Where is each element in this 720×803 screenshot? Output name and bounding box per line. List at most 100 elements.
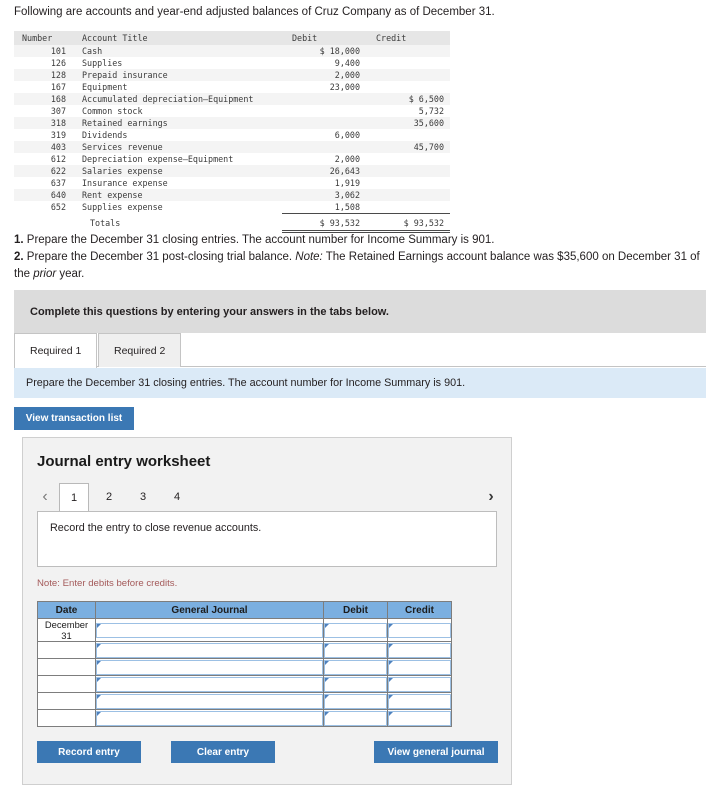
cell-number: 403 [50, 142, 66, 152]
journal-column-header-date: Date [37, 601, 96, 619]
requirement-prompt-bar: Prepare the December 31 closing entries.… [14, 368, 706, 398]
journal-date-cell[interactable] [37, 641, 96, 659]
adjusted-trial-balance-table: Number Account Title Debit Credit 101 Cas… [14, 31, 450, 233]
journal-account-input[interactable] [96, 676, 323, 692]
journal-account-input[interactable] [96, 710, 323, 726]
cell-credit [366, 45, 450, 57]
cell-number: 622 [50, 166, 66, 176]
journal-entry-table: Date General Journal Debit Credit Decemb… [37, 601, 452, 727]
journal-credit-input[interactable] [388, 693, 451, 709]
cell-debit [282, 105, 366, 117]
journal-account-input[interactable] [96, 693, 323, 709]
cell-number: 318 [50, 118, 66, 128]
journal-row: December 31 [37, 618, 452, 642]
clear-entry-button[interactable]: Clear entry [171, 741, 275, 763]
worksheet-page-4[interactable]: 4 [162, 483, 192, 511]
journal-debit-cell[interactable] [323, 618, 388, 642]
journal-account-cell[interactable] [95, 692, 324, 710]
journal-account-input[interactable] [96, 659, 323, 675]
journal-debit-input[interactable] [324, 693, 387, 709]
journal-credit-cell[interactable] [387, 641, 452, 659]
journal-row [37, 658, 452, 676]
view-general-journal-button[interactable]: View general journal [374, 741, 498, 763]
cell-totals-credit: $ 93,532 [366, 213, 450, 233]
journal-debit-input[interactable] [324, 622, 387, 638]
worksheet-page-1[interactable]: 1 [59, 483, 89, 512]
worksheet-page-2[interactable]: 2 [94, 483, 124, 511]
journal-credit-input[interactable] [388, 676, 451, 692]
cell-number: 612 [50, 154, 66, 164]
journal-debit-input[interactable] [324, 676, 387, 692]
journal-debit-input[interactable] [324, 659, 387, 675]
cell-debit: 2,000 [334, 70, 360, 80]
journal-date-cell[interactable]: December 31 [37, 618, 96, 642]
requirement-2-text-c: year. [56, 268, 85, 280]
journal-account-cell[interactable] [95, 709, 324, 727]
cell-credit: 45,700 [413, 142, 444, 152]
cell-number: 640 [50, 190, 66, 200]
journal-debit-cell[interactable] [323, 709, 388, 727]
cell-number: 128 [50, 70, 66, 80]
chevron-left-icon[interactable]: ‹ [35, 486, 55, 508]
requirement-prompt-text: Prepare the December 31 closing entries.… [26, 377, 466, 389]
instruction-banner-text: Complete this questions by entering your… [30, 305, 389, 318]
table-row: 319 Dividends 6,000 [14, 129, 450, 141]
journal-account-input[interactable] [96, 622, 323, 638]
journal-credit-input[interactable] [388, 622, 451, 638]
table-row-totals: Totals $ 93,532 $ 93,532 [14, 213, 450, 233]
journal-date-cell[interactable] [37, 709, 96, 727]
journal-credit-cell[interactable] [387, 709, 452, 727]
journal-debit-cell[interactable] [323, 641, 388, 659]
cell-credit: $ 6,500 [408, 94, 444, 104]
column-header-debit: Debit [282, 31, 366, 45]
journal-credit-input[interactable] [388, 659, 451, 675]
journal-credit-cell[interactable] [387, 618, 452, 642]
cell-debit: 3,062 [334, 190, 360, 200]
cell-credit [366, 201, 450, 214]
table-row: 168 Accumulated depreciation—Equipment $ 6… [14, 93, 450, 105]
cell-number: 319 [50, 130, 66, 140]
cell-title: Rent expense [82, 190, 143, 200]
journal-credit-cell[interactable] [387, 658, 452, 676]
cell-debit: 9,400 [334, 58, 360, 68]
journal-account-input[interactable] [96, 642, 323, 658]
journal-date-day: 31 [61, 630, 72, 641]
journal-credit-cell[interactable] [387, 675, 452, 693]
journal-credit-input[interactable] [388, 642, 451, 658]
journal-account-cell[interactable] [95, 618, 324, 642]
table-row: 612 Depreciation expense—Equipment 2,000 [14, 153, 450, 165]
cell-title: Depreciation expense—Equipment [82, 154, 234, 164]
journal-date-cell[interactable] [37, 675, 96, 693]
worksheet-page-3[interactable]: 3 [128, 483, 158, 511]
cell-credit: 35,600 [413, 118, 444, 128]
journal-debit-cell[interactable] [323, 658, 388, 676]
tab-required-1[interactable]: Required 1 [14, 333, 98, 368]
cell-number: 168 [50, 94, 66, 104]
page-root: Following are accounts and year-end adju… [0, 0, 720, 803]
journal-account-cell[interactable] [95, 641, 324, 659]
journal-account-cell[interactable] [95, 675, 324, 693]
journal-debit-input[interactable] [324, 710, 387, 726]
tab-required-1-label: Required 1 [30, 345, 82, 357]
journal-account-cell[interactable] [95, 658, 324, 676]
cell-number: 652 [50, 202, 66, 212]
cell-credit: 5,732 [418, 106, 444, 116]
journal-debit-cell[interactable] [323, 692, 388, 710]
cell-debit: 2,000 [334, 154, 360, 164]
tab-required-2[interactable]: Required 2 [98, 333, 182, 367]
view-transaction-list-button[interactable]: View transaction list [14, 407, 134, 430]
journal-credit-cell[interactable] [387, 692, 452, 710]
journal-date-cell[interactable] [37, 692, 96, 710]
journal-credit-input[interactable] [388, 710, 451, 726]
table-row: 318 Retained earnings 35,600 [14, 117, 450, 129]
cell-number: 637 [50, 178, 66, 188]
chevron-right-icon[interactable]: › [481, 486, 501, 508]
cell-debit: $ 18,000 [319, 46, 360, 56]
journal-date-cell[interactable] [37, 658, 96, 676]
journal-debit-cell[interactable] [323, 675, 388, 693]
journal-debit-input[interactable] [324, 642, 387, 658]
instruction-banner: Complete this questions by entering your… [14, 290, 706, 333]
cell-number [14, 214, 72, 232]
requirement-1-number: 1. [14, 234, 24, 246]
record-entry-button[interactable]: Record entry [37, 741, 141, 763]
